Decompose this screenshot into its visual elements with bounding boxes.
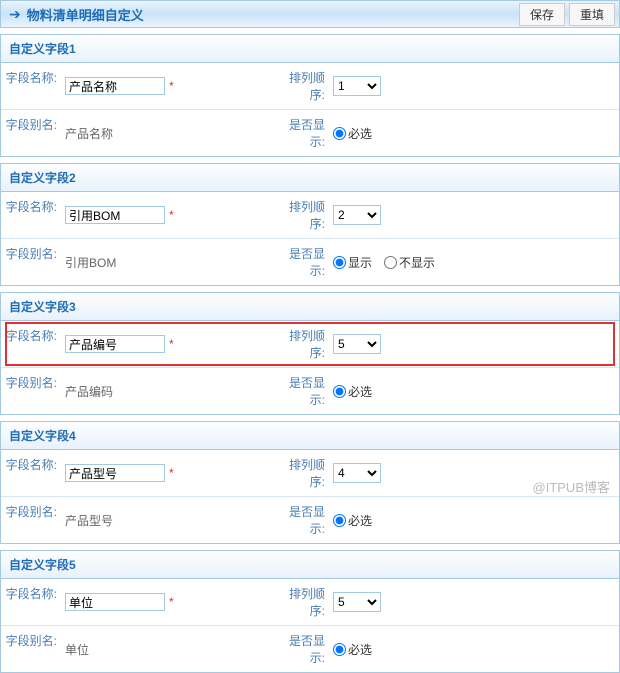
label-show: 是否显示: [271, 110, 329, 156]
field-name-input[interactable] [65, 77, 165, 95]
required-label: 必选 [348, 512, 372, 529]
label-order: 排列顺序: [271, 192, 329, 238]
alias-text: 引用BOM [65, 254, 116, 271]
label-field-alias: 字段别名: [1, 110, 61, 156]
row-name: 字段名称: * 排列顺序:5 [1, 579, 619, 626]
field-name-input[interactable] [65, 206, 165, 224]
alias-text: 单位 [65, 641, 89, 658]
row-alias: 字段别名:产品名称 是否显示: 必选 [1, 110, 619, 156]
order-select[interactable]: 1 [333, 76, 381, 96]
section-title: 自定义字段3 [1, 293, 619, 321]
label-show: 是否显示: [271, 368, 329, 414]
section-2: 自定义字段2字段名称: * 排列顺序:2 字段别名:引用BOM 是否显示: 显示 不显示 [0, 163, 620, 286]
row-name: 字段名称: * 排列顺序:4 [1, 450, 619, 497]
row-name: 字段名称: * 排列顺序:2 [1, 192, 619, 239]
label-field-name: 字段名称: [1, 192, 61, 238]
label-order: 排列顺序: [271, 579, 329, 625]
required-label: 必选 [348, 641, 372, 658]
required-radio[interactable] [333, 385, 346, 398]
required-label: 必选 [348, 125, 372, 142]
section-3: 自定义字段3字段名称: * 排列顺序:5 字段别名:产品编码 是否显示: 必选 [0, 292, 620, 415]
alias-text: 产品编码 [65, 383, 113, 400]
hide-radio[interactable] [384, 256, 397, 269]
label-order: 排列顺序: [271, 450, 329, 496]
label-field-alias: 字段别名: [1, 626, 61, 672]
order-select[interactable]: 4 [333, 463, 381, 483]
label-show: 是否显示: [271, 497, 329, 543]
label-field-name: 字段名称: [1, 63, 61, 109]
label-field-name: 字段名称: [1, 450, 61, 496]
row-alias: 字段别名:引用BOM 是否显示: 显示 不显示 [1, 239, 619, 285]
alias-text: 产品型号 [65, 512, 113, 529]
label-field-alias: 字段别名: [1, 497, 61, 543]
required-star: * [169, 337, 174, 351]
section-title: 自定义字段4 [1, 422, 619, 450]
required-radio[interactable] [333, 127, 346, 140]
label-order: 排列顺序: [271, 321, 329, 367]
label-show: 是否显示: [271, 239, 329, 285]
order-select[interactable]: 5 [333, 334, 381, 354]
required-star: * [169, 79, 174, 93]
required-star: * [169, 595, 174, 609]
label-field-alias: 字段别名: [1, 239, 61, 285]
page-title: 物料清单明细自定义 [27, 5, 519, 24]
hide-label: 不显示 [399, 254, 435, 271]
section-title: 自定义字段1 [1, 35, 619, 63]
label-order: 排列顺序: [271, 63, 329, 109]
row-alias: 字段别名:单位 是否显示: 必选 [1, 626, 619, 672]
label-field-name: 字段名称: [1, 321, 61, 367]
show-radio[interactable] [333, 256, 346, 269]
watermark: @ITPUB博客 [533, 477, 610, 496]
section-1: 自定义字段1字段名称: * 排列顺序:1 字段别名:产品名称 是否显示: 必选 [0, 34, 620, 157]
order-select[interactable]: 5 [333, 592, 381, 612]
field-name-input[interactable] [65, 335, 165, 353]
section-title: 自定义字段2 [1, 164, 619, 192]
row-alias: 字段别名:产品编码 是否显示: 必选 [1, 368, 619, 414]
row-alias: 字段别名:产品型号 是否显示: 必选 [1, 497, 619, 543]
show-label: 显示 [348, 254, 372, 271]
field-name-input[interactable] [65, 464, 165, 482]
section-title: 自定义字段5 [1, 551, 619, 579]
required-star: * [169, 466, 174, 480]
field-name-input[interactable] [65, 593, 165, 611]
required-star: * [169, 208, 174, 222]
row-name: 字段名称: * 排列顺序:5 [1, 321, 619, 368]
label-field-alias: 字段别名: [1, 368, 61, 414]
section-4: 自定义字段4字段名称: * 排列顺序:4 字段别名:产品型号 是否显示: 必选 [0, 421, 620, 544]
row-name: 字段名称: * 排列顺序:1 [1, 63, 619, 110]
refill-button[interactable]: 重填 [569, 3, 615, 26]
required-radio[interactable] [333, 514, 346, 527]
section-5: 自定义字段5字段名称: * 排列顺序:5 字段别名:单位 是否显示: 必选 [0, 550, 620, 673]
arrow-icon: ➔ [9, 6, 21, 23]
label-field-name: 字段名称: [1, 579, 61, 625]
required-label: 必选 [348, 383, 372, 400]
save-button[interactable]: 保存 [519, 3, 565, 26]
required-radio[interactable] [333, 643, 346, 656]
alias-text: 产品名称 [65, 125, 113, 142]
page-header: ➔ 物料清单明细自定义 保存 重填 [0, 0, 620, 28]
order-select[interactable]: 2 [333, 205, 381, 225]
label-show: 是否显示: [271, 626, 329, 672]
